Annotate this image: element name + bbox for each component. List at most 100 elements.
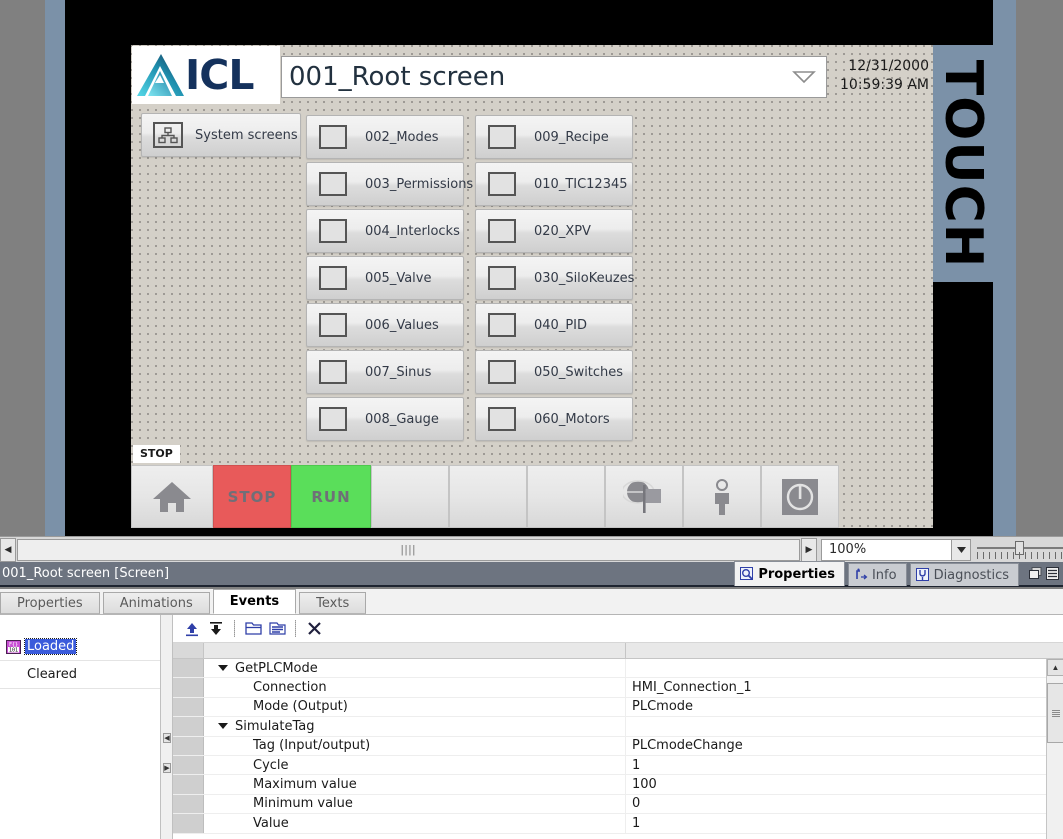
row-value-cell[interactable]: PLCmode: [626, 699, 1063, 714]
nav-button[interactable]: 004_Interlocks: [306, 209, 464, 253]
event-list-item[interactable]: F{} 101 Loaded: [0, 637, 160, 656]
toolbar-separator-1: [234, 620, 235, 637]
open-folder-icon[interactable]: [242, 618, 264, 640]
nav-button[interactable]: 030_SiloKeuzes: [475, 256, 634, 300]
nav-button[interactable]: 010_TIC12345: [475, 162, 633, 206]
table-row[interactable]: Tag (Input/output) PLCmodeChange: [173, 736, 1063, 756]
nav-button[interactable]: 002_Modes: [306, 115, 464, 159]
row-value-cell[interactable]: 1: [626, 816, 1063, 831]
bottom-bar-button[interactable]: [131, 465, 213, 528]
splitter-collapse-right-icon[interactable]: ▶: [163, 763, 171, 773]
table-row[interactable]: Maximum value 100: [173, 775, 1063, 795]
zoom-slider[interactable]: [977, 539, 1063, 561]
event-list-item-label: Cleared: [27, 667, 77, 682]
expand-collapse-icon[interactable]: [218, 665, 228, 672]
table-row[interactable]: Connection HMI_Connection_1: [173, 678, 1063, 698]
row-value-cell[interactable]: 100: [626, 777, 1063, 792]
events-splitter[interactable]: ◀ ▶: [161, 615, 173, 839]
row-value-cell[interactable]: 0: [626, 796, 1063, 811]
chevron-down-icon[interactable]: [792, 70, 816, 84]
bottom-bar-button[interactable]: [683, 465, 761, 528]
panel-layout-icon[interactable]: [1046, 567, 1059, 580]
status-tab-info[interactable]: Info: [847, 563, 907, 586]
bottom-bar-button[interactable]: [761, 465, 839, 528]
zoom-combobox[interactable]: 100%: [821, 538, 971, 561]
bottom-bar-button[interactable]: [527, 465, 605, 528]
grid-vscrollbar[interactable]: ▲: [1046, 659, 1063, 839]
svg-text:101: 101: [9, 647, 18, 653]
bottom-bar-button[interactable]: STOP: [213, 465, 291, 528]
move-down-icon[interactable]: [205, 618, 227, 640]
panel-window-buttons[interactable]: [1029, 567, 1059, 580]
row-name-cell[interactable]: Cycle: [204, 755, 626, 775]
nav-button[interactable]: 020_XPV: [475, 209, 633, 253]
tab-events[interactable]: Events: [212, 589, 297, 614]
row-name-cell[interactable]: Connection: [204, 678, 626, 697]
nav-button[interactable]: 009_Recipe: [475, 115, 633, 159]
grid-header-value-col[interactable]: [626, 643, 1063, 658]
expand-collapse-icon[interactable]: [218, 723, 228, 730]
nav-button-indicator: [488, 172, 516, 196]
row-name-cell[interactable]: SimulateTag: [204, 717, 626, 736]
hmi-screen[interactable]: ICL 001_Root screen 12/31/2000 10:59:39 …: [131, 45, 993, 528]
table-row[interactable]: Minimum value 0: [173, 794, 1063, 815]
bottom-bar-button[interactable]: [605, 465, 683, 528]
bottom-bar-button[interactable]: RUN: [291, 465, 371, 528]
diagnostics-icon: [915, 568, 929, 581]
zoom-dropdown-icon[interactable]: [951, 539, 970, 560]
row-name-cell[interactable]: Minimum value: [204, 794, 626, 814]
nav-button[interactable]: 007_Sinus: [306, 350, 464, 394]
table-row[interactable]: Mode (Output) PLCmode: [173, 697, 1063, 718]
hscroll-track[interactable]: ||||: [17, 538, 800, 561]
hscroll-right-arrow[interactable]: ▶: [801, 537, 817, 562]
nav-button-indicator: [488, 407, 516, 431]
nav-button[interactable]: 006_Values: [306, 303, 464, 347]
nav-button-indicator: [319, 313, 347, 337]
row-value-cell[interactable]: HMI_Connection_1: [626, 680, 1063, 695]
canvas-hscrollbar-strip[interactable]: ◀ |||| ▶ 100%: [0, 536, 1063, 562]
event-list-item[interactable]: Cleared: [0, 665, 160, 684]
tab-properties[interactable]: Properties: [0, 592, 100, 614]
nav-button[interactable]: 050_Switches: [475, 350, 633, 394]
grid-header-name-col[interactable]: [204, 643, 626, 658]
row-name-cell[interactable]: Value: [204, 814, 626, 833]
bottom-bar-button[interactable]: [371, 465, 449, 528]
bottom-bar-button[interactable]: [449, 465, 527, 528]
grid-scroll-up-icon[interactable]: ▲: [1047, 659, 1063, 676]
splitter-collapse-left-icon[interactable]: ◀: [163, 733, 171, 743]
nav-button[interactable]: 040_PID: [475, 303, 633, 347]
delete-icon[interactable]: [303, 618, 325, 640]
icl-logo-text: ICL: [185, 50, 254, 99]
hscroll-thumb-grip[interactable]: ||||: [401, 544, 416, 556]
screen-title-combobox[interactable]: 001_Root screen: [281, 56, 827, 98]
event-list[interactable]: F{} 101 Loaded Cleared: [0, 615, 161, 839]
row-value-cell[interactable]: PLCmodeChange: [626, 738, 1063, 753]
row-name-cell[interactable]: Mode (Output): [204, 697, 626, 717]
float-panel-icon[interactable]: [1029, 567, 1042, 580]
status-bar: 001_Root screen [Screen] Properties Info D…: [0, 561, 1063, 587]
tab-texts[interactable]: Texts: [299, 592, 367, 614]
row-value-cell[interactable]: 1: [626, 758, 1063, 773]
nav-button-indicator: [319, 407, 347, 431]
nav-button[interactable]: 005_Valve: [306, 256, 464, 300]
table-row[interactable]: GetPLCMode: [173, 659, 1063, 679]
move-up-icon[interactable]: [181, 618, 203, 640]
grid-scroll-thumb[interactable]: [1047, 683, 1063, 743]
nav-button[interactable]: 008_Gauge: [306, 397, 464, 441]
row-name-cell[interactable]: Maximum value: [204, 775, 626, 794]
status-tab-diagnostics[interactable]: Diagnostics: [909, 563, 1019, 586]
system-screens-button[interactable]: System screens: [141, 113, 301, 157]
status-tab-properties[interactable]: Properties: [734, 561, 845, 586]
nav-button-label: 006_Values: [365, 317, 439, 333]
nav-button[interactable]: 060_Motors: [475, 397, 633, 441]
row-name-cell[interactable]: GetPLCMode: [204, 659, 626, 678]
table-row[interactable]: Value 1: [173, 814, 1063, 834]
hscroll-left-arrow[interactable]: ◀: [0, 537, 16, 562]
list-icon[interactable]: [266, 618, 288, 640]
nav-button[interactable]: 003_Permissions: [306, 162, 473, 206]
table-row[interactable]: SimulateTag: [173, 717, 1063, 737]
tab-animations[interactable]: Animations: [102, 592, 210, 614]
row-name-label: GetPLCMode: [235, 660, 318, 676]
table-row[interactable]: Cycle 1: [173, 755, 1063, 776]
row-name-cell[interactable]: Tag (Input/output): [204, 736, 626, 755]
